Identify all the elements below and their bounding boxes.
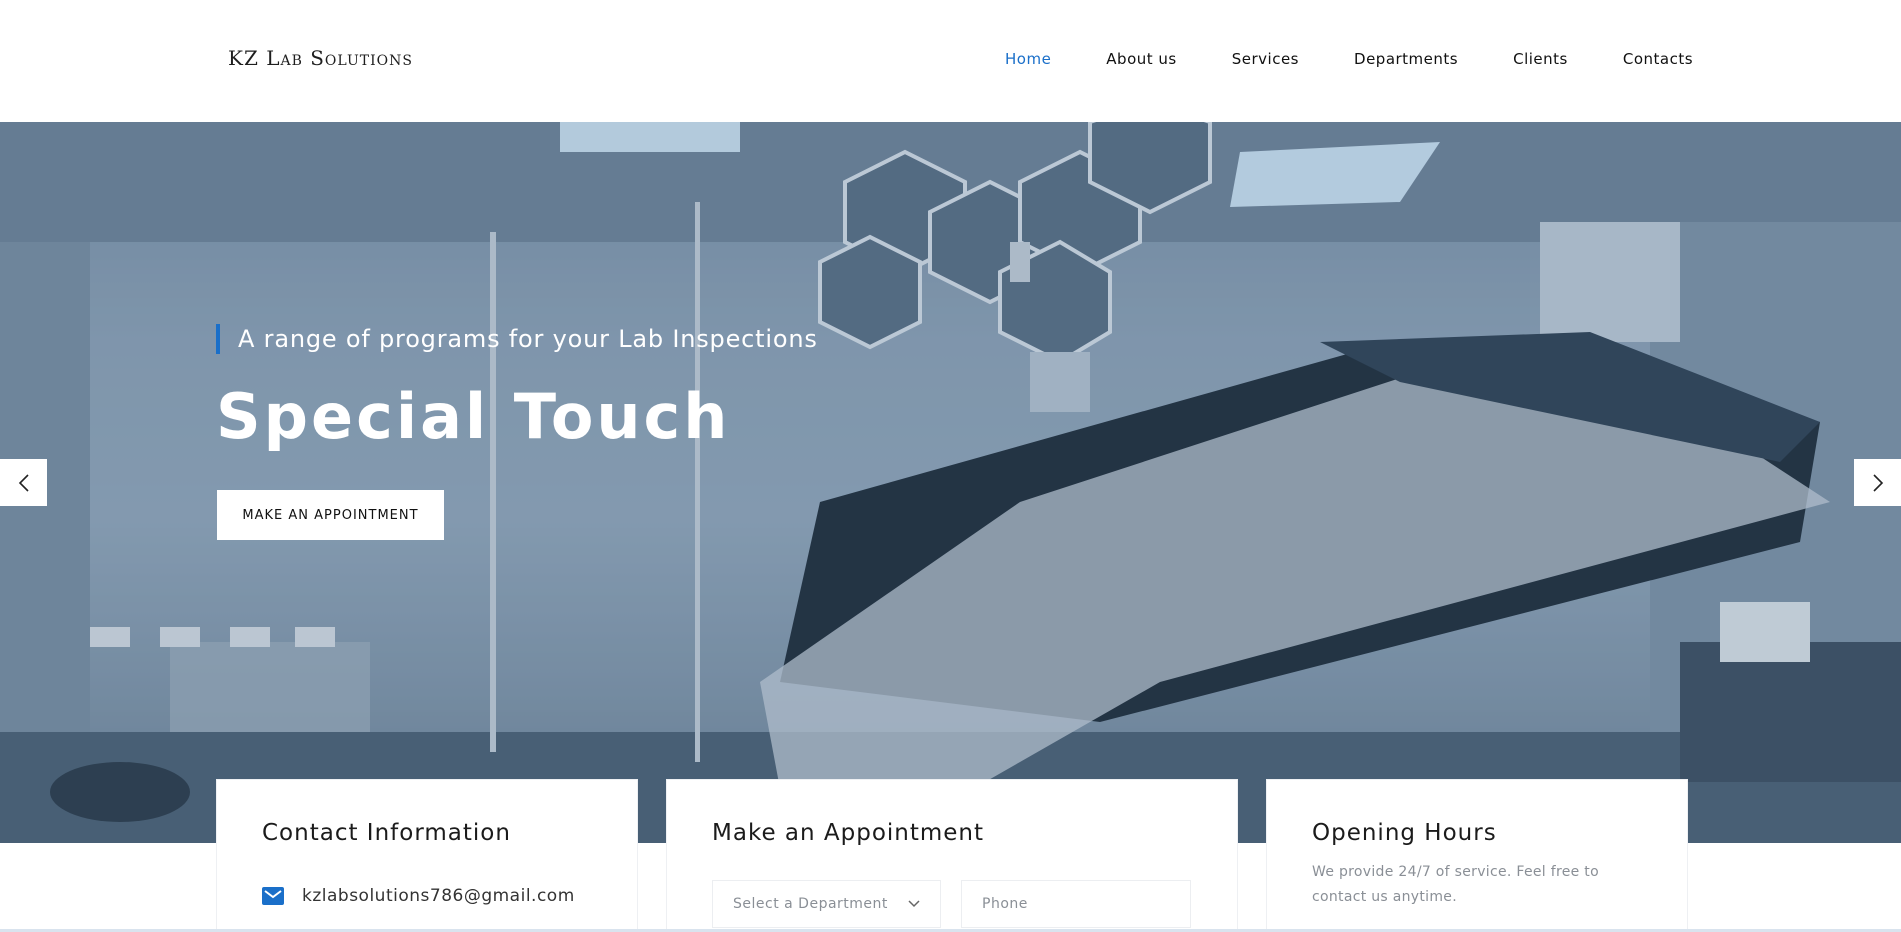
- phone-placeholder: Phone: [982, 896, 1028, 912]
- chevron-down-icon: [908, 900, 920, 908]
- email-row[interactable]: kzlabsolutions786@gmail.com: [262, 886, 575, 906]
- hero-slider: A range of programs for your Lab Inspect…: [0, 122, 1901, 843]
- make-appointment-card: Make an Appointment Select a Department …: [667, 780, 1237, 932]
- site-header: KZ Lab Solutions Home About us Services …: [0, 0, 1901, 122]
- nav-departments[interactable]: Departments: [1354, 50, 1458, 68]
- nav-contacts[interactable]: Contacts: [1623, 50, 1693, 68]
- phone-input[interactable]: Phone: [961, 880, 1191, 928]
- nav-about-us[interactable]: About us: [1106, 50, 1176, 68]
- opening-hours-card: Opening Hours We provide 24/7 of service…: [1267, 780, 1687, 932]
- nav-home[interactable]: Home: [1005, 50, 1051, 68]
- slider-next-button[interactable]: [1854, 459, 1901, 506]
- card-title: Make an Appointment: [712, 820, 985, 846]
- chevron-left-icon: [18, 473, 29, 492]
- opening-hours-text: We provide 24/7 of service. Feel free to…: [1312, 864, 1599, 905]
- department-select[interactable]: Select a Department: [712, 880, 941, 928]
- make-appointment-button[interactable]: MAKE AN APPOINTMENT: [217, 490, 444, 540]
- email-icon: [262, 887, 284, 905]
- slider-prev-button[interactable]: [0, 459, 47, 506]
- site-logo[interactable]: KZ Lab Solutions: [228, 46, 413, 70]
- hero-background-image: [0, 122, 1901, 843]
- main-nav: Home About us Services Departments Clien…: [1005, 50, 1693, 68]
- nav-clients[interactable]: Clients: [1513, 50, 1568, 68]
- nav-services[interactable]: Services: [1232, 50, 1299, 68]
- department-placeholder: Select a Department: [733, 896, 888, 912]
- card-title: Opening Hours: [1312, 820, 1497, 846]
- chevron-right-icon: [1872, 473, 1883, 492]
- hero-subtitle: A range of programs for your Lab Inspect…: [216, 324, 818, 354]
- card-title: Contact Information: [262, 820, 511, 846]
- hero-title: Special Touch: [216, 380, 731, 453]
- email-address[interactable]: kzlabsolutions786@gmail.com: [302, 886, 575, 906]
- contact-information-card: Contact Information kzlabsolutions786@gm…: [217, 780, 637, 932]
